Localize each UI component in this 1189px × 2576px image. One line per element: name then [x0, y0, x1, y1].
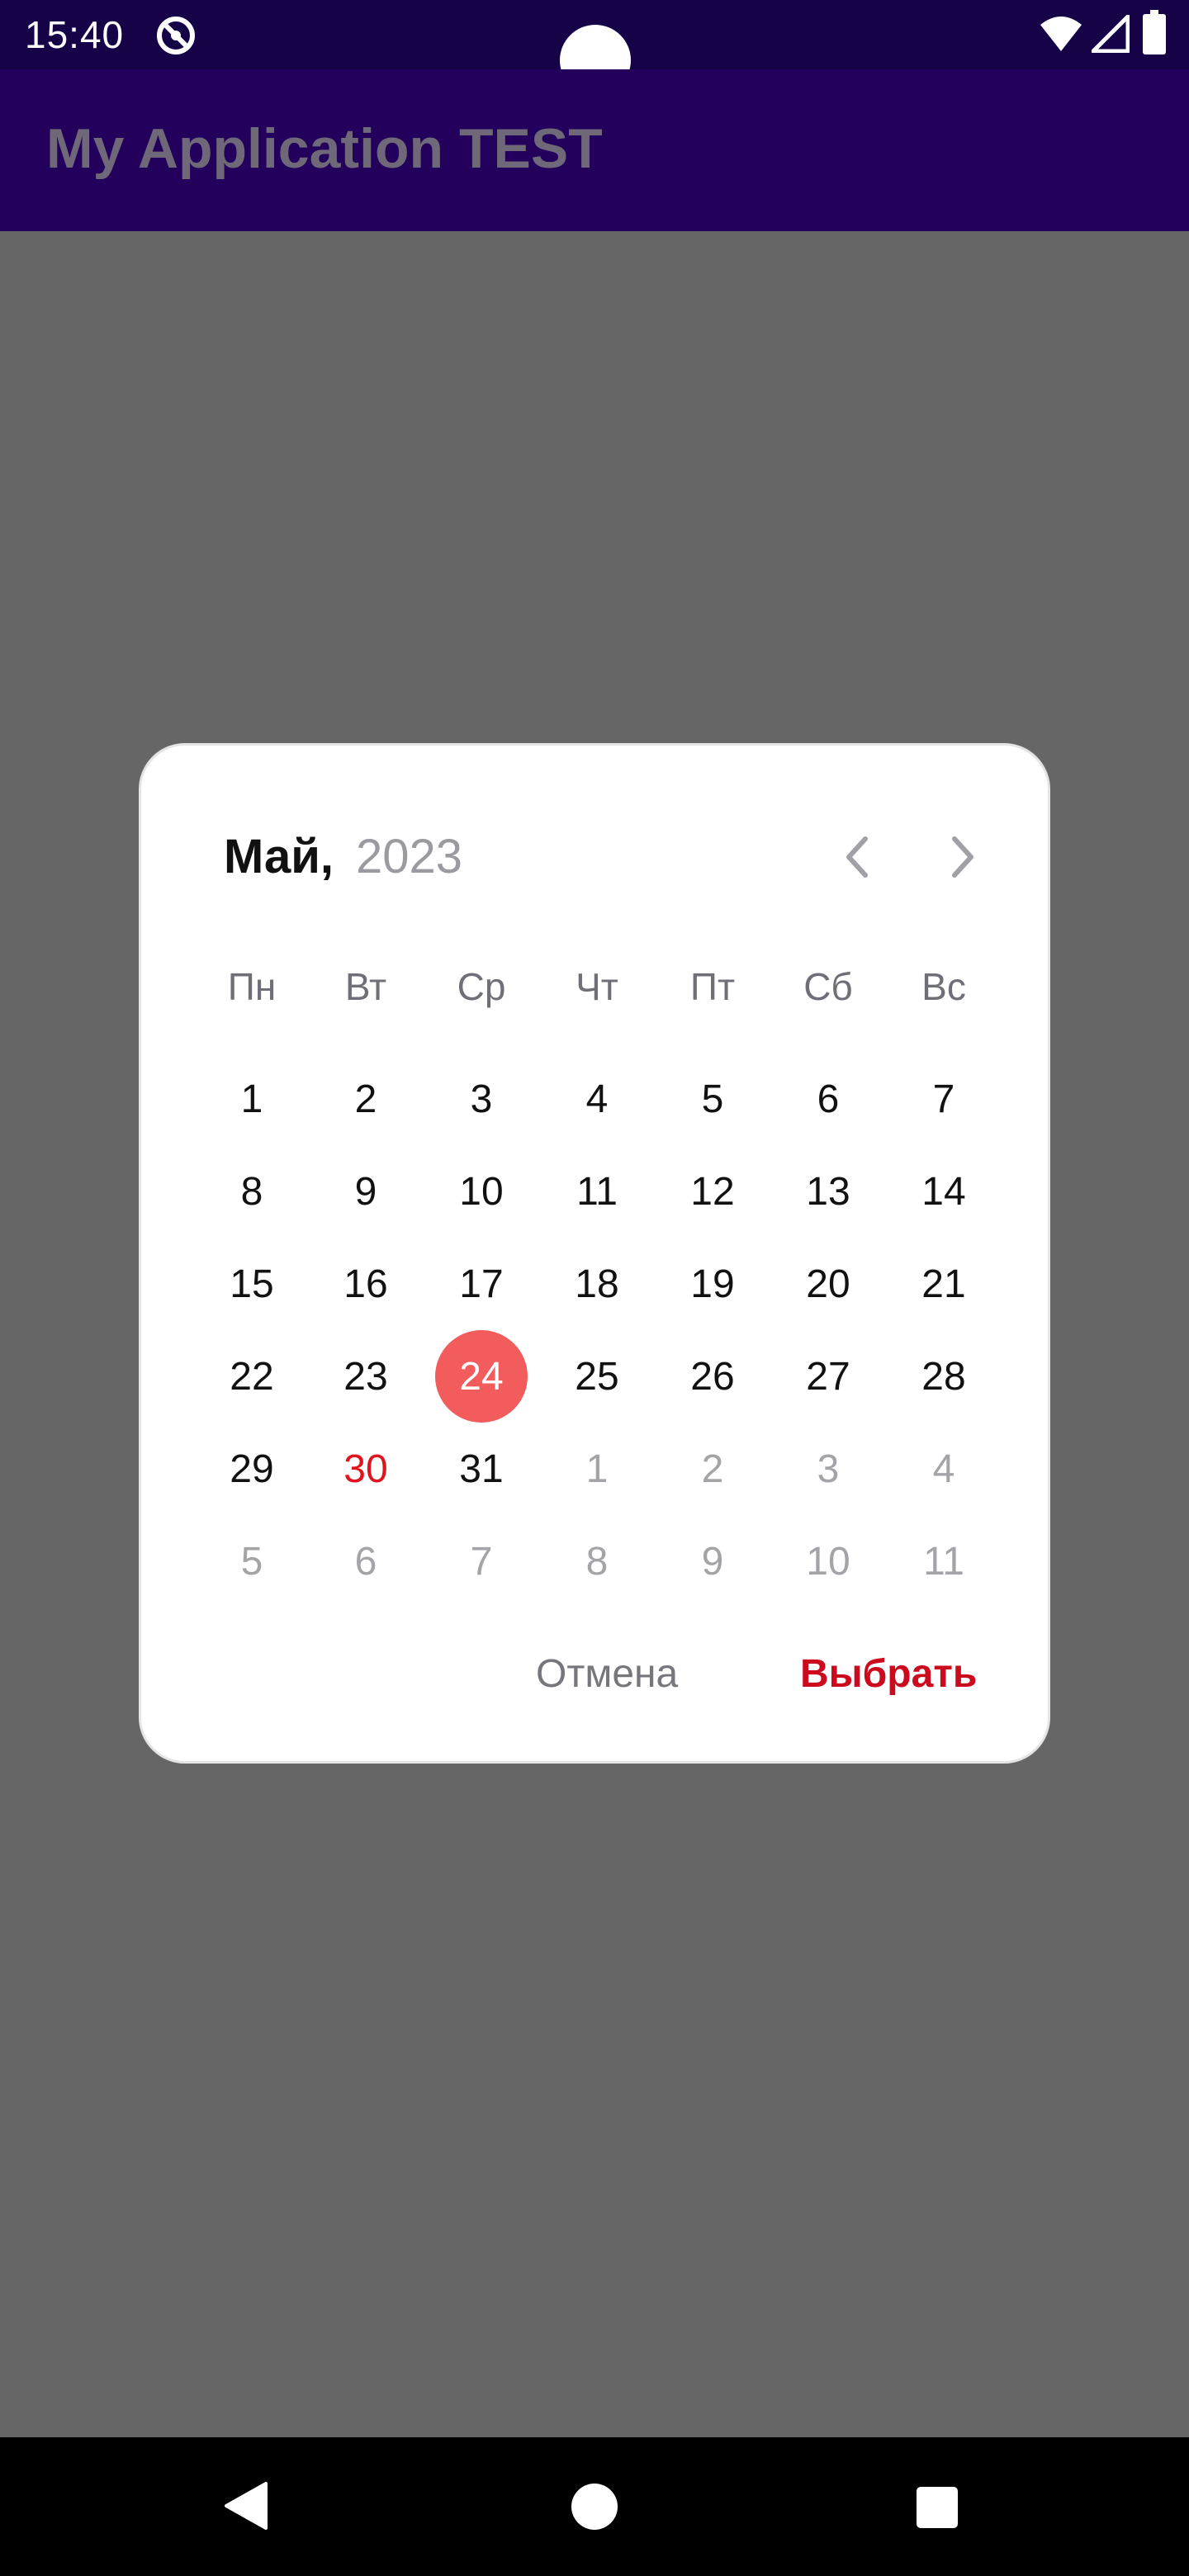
day-cell[interactable]: 14 — [898, 1145, 990, 1238]
home-icon[interactable] — [571, 2484, 618, 2530]
day-cell[interactable]: 1 — [206, 1053, 298, 1145]
app-title: My Application TEST — [46, 117, 603, 180]
day-cell[interactable]: 26 — [666, 1330, 759, 1423]
cell-signal-icon — [1092, 15, 1130, 53]
back-icon[interactable] — [221, 2480, 272, 2531]
day-cell[interactable]: 5 — [206, 1515, 298, 1608]
day-cell[interactable]: 5 — [666, 1053, 759, 1145]
days-grid: 1 2 3 4 5 6 7 8 9 10 11 12 13 14 15 16 17 18 19 20 21 22 23 24 2… — [141, 746, 1053, 1766]
day-cell[interactable]: 19 — [666, 1238, 759, 1330]
day-cell[interactable]: 2 — [320, 1053, 412, 1145]
battery-icon — [1143, 10, 1166, 54]
day-cell[interactable]: 11 — [551, 1145, 643, 1238]
day-cell[interactable]: 29 — [206, 1423, 298, 1515]
day-cell[interactable]: 30 — [320, 1423, 412, 1515]
day-cell[interactable]: 15 — [206, 1238, 298, 1330]
select-button[interactable]: Выбрать — [800, 1646, 977, 1703]
day-cell[interactable]: 8 — [206, 1145, 298, 1238]
day-cell[interactable]: 1 — [551, 1423, 643, 1515]
system-nav-bar — [0, 2437, 1189, 2576]
day-cell[interactable]: 3 — [435, 1053, 528, 1145]
day-cell[interactable]: 31 — [435, 1423, 528, 1515]
day-cell[interactable]: 21 — [898, 1238, 990, 1330]
day-cell[interactable]: 6 — [782, 1053, 874, 1145]
day-cell[interactable]: 25 — [551, 1330, 643, 1423]
cancel-button[interactable]: Отмена — [536, 1646, 678, 1703]
day-cell[interactable]: 16 — [320, 1238, 412, 1330]
date-picker-dialog: Май, 2023 Пн Вт Ср Чт Пт Сб Вс 123456789… — [139, 743, 1050, 1764]
day-cell[interactable]: 18 — [551, 1238, 643, 1330]
day-cell[interactable]: 10 — [782, 1515, 874, 1608]
day-cell[interactable]: 7 — [435, 1515, 528, 1608]
status-time: 15:40 — [25, 13, 125, 56]
recents-icon[interactable] — [917, 2487, 958, 2528]
day-cell[interactable]: 11 — [898, 1515, 990, 1608]
day-cell[interactable]: 12 — [666, 1145, 759, 1238]
day-cell[interactable]: 13 — [782, 1145, 874, 1238]
day-cell-selected[interactable]: 24 — [435, 1330, 528, 1423]
day-cell[interactable]: 4 — [551, 1053, 643, 1145]
day-cell[interactable]: 2 — [666, 1423, 759, 1515]
day-cell[interactable]: 9 — [320, 1145, 412, 1238]
day-cell[interactable]: 7 — [898, 1053, 990, 1145]
day-cell[interactable]: 22 — [206, 1330, 298, 1423]
day-cell[interactable]: 6 — [320, 1515, 412, 1608]
day-cell[interactable]: 4 — [898, 1423, 990, 1515]
day-cell[interactable]: 10 — [435, 1145, 528, 1238]
day-cell[interactable]: 17 — [435, 1238, 528, 1330]
day-cell[interactable]: 23 — [320, 1330, 412, 1423]
day-cell[interactable]: 28 — [898, 1330, 990, 1423]
day-cell[interactable]: 3 — [782, 1423, 874, 1515]
day-cell[interactable]: 27 — [782, 1330, 874, 1423]
app-notification-icon — [157, 17, 195, 54]
wifi-icon — [1040, 17, 1082, 51]
day-cell[interactable]: 20 — [782, 1238, 874, 1330]
day-cell[interactable]: 8 — [551, 1515, 643, 1608]
day-cell[interactable]: 9 — [666, 1515, 759, 1608]
